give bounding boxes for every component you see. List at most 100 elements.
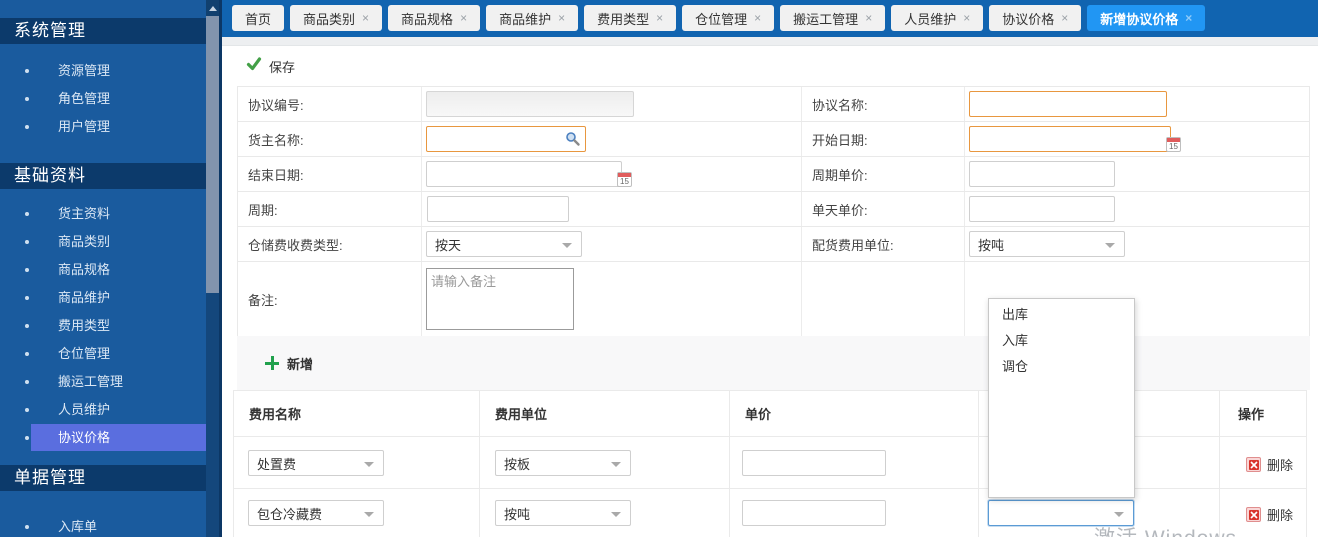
sidebar-item-agreement-price[interactable]: 协议价格 (0, 424, 207, 451)
cycle-price-label: 周期单价: (802, 165, 868, 184)
search-icon[interactable] (565, 131, 581, 152)
sidebar-item-role-mgmt[interactable]: 角色管理 (0, 85, 207, 112)
tab-goods-category[interactable]: 商品类别× (290, 5, 382, 31)
close-icon[interactable]: × (754, 12, 761, 24)
remark-textarea[interactable] (426, 268, 574, 330)
fee-unit-value: 按板 (504, 454, 530, 473)
save-button[interactable]: 保存 (246, 55, 295, 77)
plus-icon (265, 356, 279, 370)
scroll-up-icon[interactable] (206, 0, 219, 16)
application-window: 系统管理 资源管理 角色管理 用户管理 基础资料 货主资料 商品类别 商品规格 … (0, 0, 1318, 537)
agreement-form: 协议编号: 协议名称: 货主名称: 开始日期: (237, 86, 1310, 337)
form-label-cell (801, 262, 964, 336)
agreement-name-input[interactable] (969, 91, 1167, 117)
sidebar-item-bin-mgmt[interactable]: 仓位管理 (0, 340, 207, 367)
form-label-cell: 开始日期: (801, 122, 964, 156)
sidebar-section-basic-data: 基础资料 (0, 163, 207, 189)
form-label-cell: 协议编号: (238, 87, 421, 121)
calendar-icon[interactable]: 15 (1166, 137, 1181, 152)
close-icon[interactable]: × (1185, 12, 1192, 24)
tab-home[interactable]: 首页 (232, 5, 284, 31)
owner-name-search-input[interactable] (426, 126, 586, 152)
tab-label: 搬运工管理 (793, 9, 858, 28)
chevron-down-icon (1114, 512, 1124, 517)
close-icon[interactable]: × (865, 12, 872, 24)
cycle-price-input[interactable] (969, 161, 1115, 187)
form-row: 周期: 单天单价: (238, 192, 1309, 227)
fee-unit-value: 按吨 (504, 504, 530, 523)
sidebar-item-goods-spec[interactable]: 商品规格 (0, 256, 207, 283)
save-label: 保存 (269, 57, 295, 76)
col-header-action: 操作 (1219, 391, 1306, 436)
calendar-icon-day: 15 (618, 177, 631, 187)
col-header-fee-name: 费用名称 (234, 391, 479, 436)
form-label-cell: 配货费用单位: (801, 227, 964, 261)
activation-watermark: 激活 Windows (1094, 522, 1237, 537)
fee-unit-select[interactable]: 按板 (495, 450, 631, 476)
sidebar-item-owner-data[interactable]: 货主资料 (0, 200, 207, 227)
tab-goods-maintain[interactable]: 商品维护× (486, 5, 578, 31)
end-date-input[interactable] (426, 161, 622, 187)
tab-fee-type[interactable]: 费用类型× (584, 5, 676, 31)
form-row: 备注: (238, 262, 1309, 337)
action-cell: 删除 (1219, 437, 1306, 488)
form-label-cell: 单天单价: (801, 192, 964, 226)
sidebar-item-resource-mgmt[interactable]: 资源管理 (0, 57, 207, 84)
sidebar-section-documents: 单据管理 (0, 465, 207, 491)
fee-name-value: 包仓冷藏费 (257, 504, 322, 523)
storage-fee-type-select[interactable]: 按天 (426, 231, 582, 257)
price-input[interactable] (742, 450, 886, 476)
delete-label: 删除 (1267, 505, 1293, 524)
form-row: 协议编号: 协议名称: (238, 87, 1309, 122)
add-row-button[interactable]: 新增 (265, 354, 313, 373)
delete-row-button[interactable]: 删除 (1246, 455, 1293, 474)
close-icon[interactable]: × (963, 12, 970, 24)
delete-row-button[interactable]: 删除 (1246, 505, 1293, 524)
delete-icon-inner (1249, 510, 1259, 520)
tab-goods-spec[interactable]: 商品规格× (388, 5, 480, 31)
fee-unit-select[interactable]: 按吨 (495, 500, 631, 526)
start-date-input[interactable] (969, 126, 1171, 152)
fee-name-select[interactable]: 包仓冷藏费 (248, 500, 384, 526)
sidebar-item-goods-category[interactable]: 商品类别 (0, 228, 207, 255)
cycle-label: 周期: (238, 200, 278, 219)
close-icon[interactable]: × (460, 12, 467, 24)
tab-label: 协议价格 (1002, 9, 1054, 28)
close-icon[interactable]: × (558, 12, 565, 24)
dropdown-option-transfer[interactable]: 调仓 (989, 354, 1134, 380)
sidebar-item-fee-type[interactable]: 费用类型 (0, 312, 207, 339)
price-input[interactable] (742, 500, 886, 526)
form-field-cell (421, 122, 801, 156)
sidebar-item-goods-maintain[interactable]: 商品维护 (0, 284, 207, 311)
calendar-icon[interactable]: 15 (617, 172, 632, 187)
sidebar: 系统管理 资源管理 角色管理 用户管理 基础资料 货主资料 商品类别 商品规格 … (0, 0, 222, 537)
cycle-input[interactable] (427, 196, 569, 222)
tab-personnel[interactable]: 人员维护× (891, 5, 983, 31)
close-icon[interactable]: × (362, 12, 369, 24)
tab-new-agreement-price[interactable]: 新增协议价格 × (1087, 5, 1205, 31)
sidebar-item-personnel[interactable]: 人员维护 (0, 396, 207, 423)
dropdown-option-inbound[interactable]: 入库 (989, 328, 1134, 354)
tab-label: 新增协议价格 (1100, 9, 1178, 28)
scrollbar-thumb[interactable] (206, 16, 219, 293)
dispatch-fee-unit-select[interactable]: 按吨 (969, 231, 1125, 257)
day-price-input[interactable] (969, 196, 1115, 222)
dispatch-fee-unit-value: 按吨 (978, 235, 1004, 254)
tab-agreement-price[interactable]: 协议价格 × (989, 5, 1081, 31)
tab-porter-mgmt[interactable]: 搬运工管理 × (780, 5, 885, 31)
close-icon[interactable]: × (1061, 12, 1068, 24)
sidebar-item-inbound-order[interactable]: 入库单 (0, 513, 207, 537)
storage-fee-type-label: 仓储费收费类型: (238, 235, 343, 254)
sidebar-item-user-mgmt[interactable]: 用户管理 (0, 113, 207, 140)
delete-label: 删除 (1267, 455, 1293, 474)
close-icon[interactable]: × (656, 12, 663, 24)
fee-table: 费用名称 费用单位 单价 操作 处置费 按板 (233, 390, 1307, 537)
form-row: 货主名称: 开始日期: 15 (238, 122, 1309, 157)
fee-name-select[interactable]: 处置费 (248, 450, 384, 476)
form-field-cell (421, 87, 801, 121)
tab-bin-mgmt[interactable]: 仓位管理× (682, 5, 774, 31)
sidebar-scrollbar[interactable] (206, 0, 219, 537)
dropdown-option-outbound[interactable]: 出库 (989, 302, 1134, 328)
sidebar-item-porter-mgmt[interactable]: 搬运工管理 (0, 368, 207, 395)
day-price-label: 单天单价: (802, 200, 868, 219)
